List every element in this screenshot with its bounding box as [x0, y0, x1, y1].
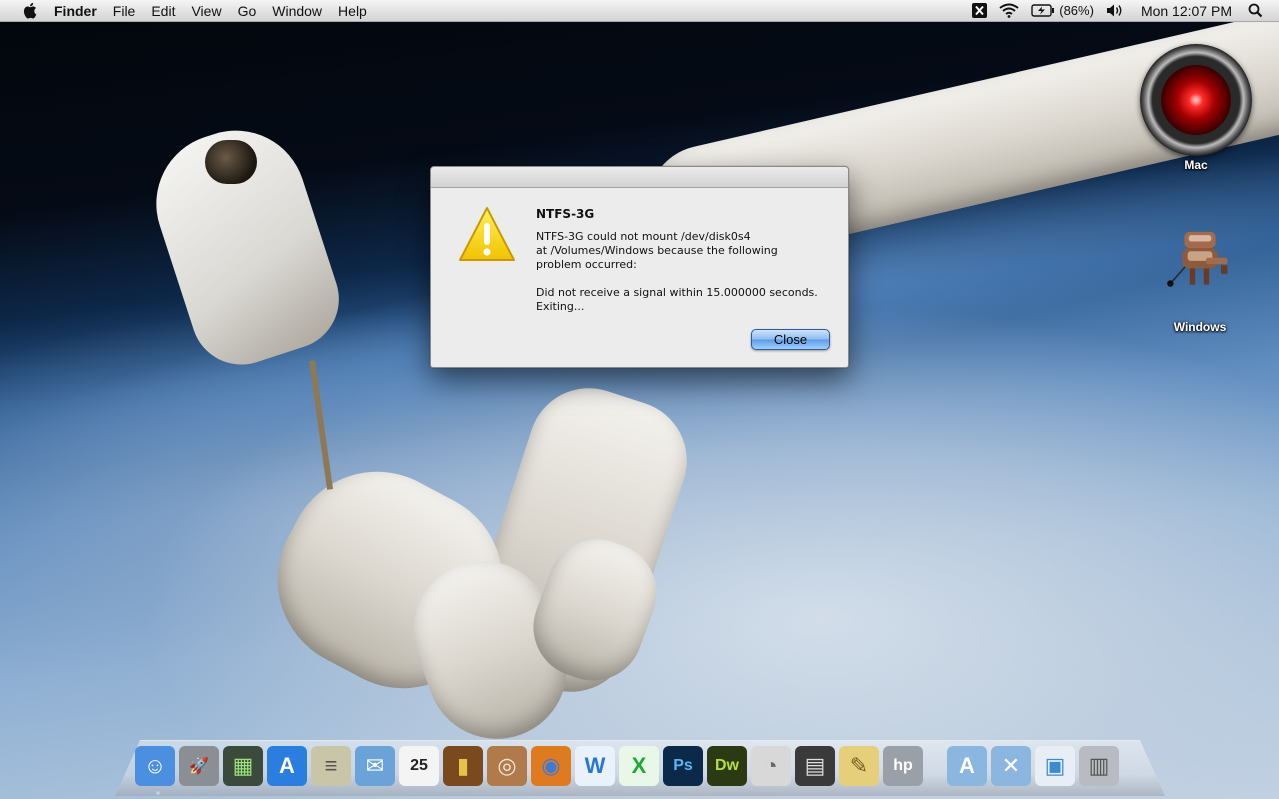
- wifi-icon: [999, 3, 1019, 18]
- photoshop-icon[interactable]: Ps: [663, 746, 703, 786]
- battery-charging-icon: [1031, 4, 1055, 17]
- ntfs-alert-dialog: NTFS-3G NTFS-3G could not mount /dev/dis…: [430, 166, 849, 368]
- launchpad-icon[interactable]: 🚀: [179, 746, 219, 786]
- hp-printer-icon[interactable]: hp: [883, 746, 923, 786]
- spotlight-menu[interactable]: [1242, 0, 1269, 22]
- app-store-icon[interactable]: A: [267, 746, 307, 786]
- menu-view[interactable]: View: [183, 0, 229, 22]
- xmarks-menu[interactable]: [966, 0, 993, 22]
- mail-icon[interactable]: ✉: [355, 746, 395, 786]
- astronaut-visor: [205, 140, 257, 184]
- notebook-icon[interactable]: ▮: [443, 746, 483, 786]
- battery-menu[interactable]: (86%): [1025, 0, 1100, 22]
- x-logo-icon: [972, 3, 988, 18]
- volume-icon: [1106, 4, 1122, 17]
- desktop-wallpaper: [0, 0, 1279, 799]
- close-button[interactable]: Close: [751, 329, 830, 350]
- desktop-icon-mac[interactable]: Mac: [1140, 44, 1252, 172]
- spotlight-search-icon: [1248, 3, 1263, 18]
- finder-running-indicator: [155, 791, 161, 795]
- word-icon[interactable]: W: [575, 746, 615, 786]
- finder-icon[interactable]: ☺: [135, 746, 175, 786]
- battery-percent: (86%): [1059, 3, 1094, 18]
- dialog-message: NTFS-3G could not mount /dev/disk0s4 at …: [536, 230, 818, 313]
- calculator-icon[interactable]: ▤: [795, 746, 835, 786]
- dialog-title: NTFS-3G: [536, 207, 595, 221]
- volume-menu[interactable]: [1100, 0, 1131, 22]
- wifi-menu[interactable]: [993, 0, 1025, 22]
- applications-folder-icon[interactable]: A: [947, 746, 987, 786]
- system-info-icon[interactable]: ≡: [311, 746, 351, 786]
- menubar-clock[interactable]: Mon 12:07 PM: [1131, 0, 1242, 22]
- dock: ☺ 🚀 ▦ A ≡ ✉ 25 ▮ ◎ ◉ W X Ps Dw ◔ ▤ ✎ hp A ✕ ▣ ▥: [135, 740, 1119, 786]
- trash-icon[interactable]: ▥: [1079, 746, 1119, 786]
- dreamweaver-icon[interactable]: Dw: [707, 746, 747, 786]
- preview-icon[interactable]: ▣: [1035, 746, 1075, 786]
- apple-logo-icon: [23, 2, 36, 19]
- menu-edit[interactable]: Edit: [143, 0, 183, 22]
- dialog-titlebar[interactable]: [431, 167, 848, 188]
- menu-window[interactable]: Window: [264, 0, 330, 22]
- status-menus: (86%) Mon 12:07 PM: [966, 0, 1279, 22]
- desktop-icon-label: Windows: [1173, 320, 1227, 334]
- hal-eye: [1161, 65, 1231, 135]
- tape-icon[interactable]: ◎: [487, 746, 527, 786]
- desktop-icon-label: Mac: [1184, 158, 1208, 172]
- excel-icon[interactable]: X: [619, 746, 659, 786]
- apple-menu[interactable]: [12, 0, 46, 22]
- menu-go[interactable]: Go: [230, 0, 265, 22]
- desktop-icon-windows[interactable]: Windows: [1135, 212, 1265, 334]
- menu-help[interactable]: Help: [330, 0, 375, 22]
- utilities-folder-icon[interactable]: ✕: [991, 746, 1031, 786]
- firefox-icon[interactable]: ◉: [531, 746, 571, 786]
- calendar-icon[interactable]: 25: [399, 746, 439, 786]
- stickies-icon[interactable]: ✎: [839, 746, 879, 786]
- disk-utility-icon[interactable]: ◔: [751, 746, 791, 786]
- menu-finder[interactable]: Finder: [46, 0, 105, 22]
- menu-bar: Finder File Edit View Go Window Help (86…: [0, 0, 1279, 22]
- menu-file[interactable]: File: [105, 0, 144, 22]
- robot-drive-icon: [1167, 231, 1228, 287]
- hal-9000-icon: [1140, 44, 1252, 156]
- warning-icon: [459, 207, 515, 261]
- mission-control-icon[interactable]: ▦: [223, 746, 263, 786]
